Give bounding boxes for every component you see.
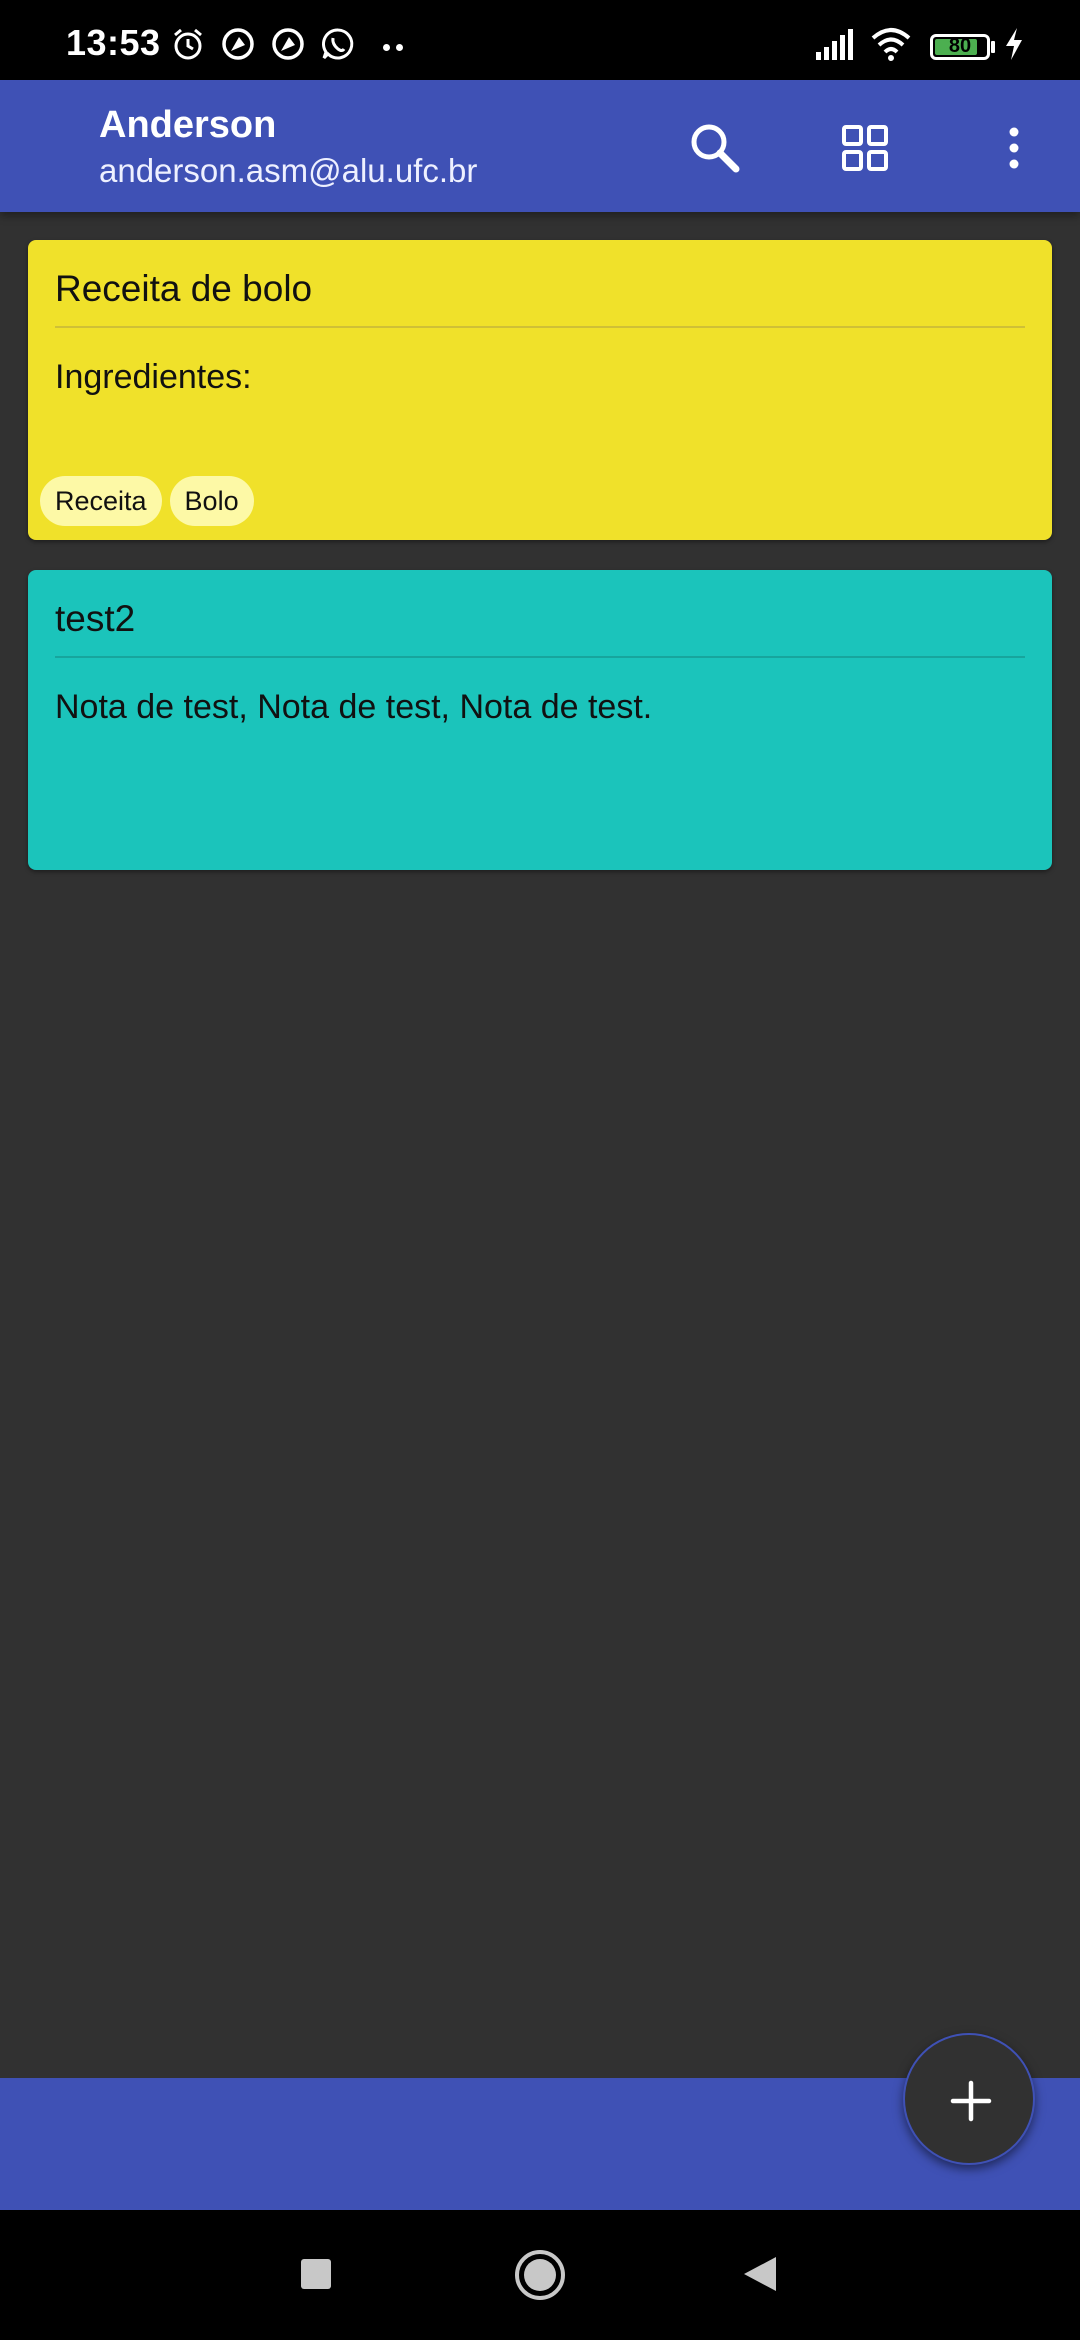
search-button[interactable] — [685, 118, 745, 178]
more-options-button[interactable] — [984, 118, 1044, 178]
signal-icon — [816, 29, 853, 60]
more-vert-icon — [1009, 127, 1019, 169]
app-notification-icon — [272, 28, 304, 60]
system-nav-bar — [0, 2210, 1080, 2340]
tag-chip[interactable]: Receita — [40, 476, 162, 526]
more-notifications-icon — [383, 38, 409, 56]
user-email: anderson.asm@alu.ufc.br — [99, 152, 478, 189]
note-title: Receita de bolo — [55, 268, 313, 309]
battery-level: 80 — [948, 35, 972, 57]
note-divider — [55, 656, 1025, 658]
note-tags: Receita Bolo — [40, 476, 254, 526]
user-name: Anderson — [99, 104, 277, 146]
charging-icon — [1006, 28, 1022, 60]
recents-icon[interactable] — [298, 2256, 334, 2292]
alarm-icon — [174, 28, 202, 60]
battery-tip — [991, 41, 995, 53]
app-notification-icon — [222, 28, 254, 60]
battery-icon: 80 — [930, 34, 990, 60]
note-title: test2 — [55, 598, 136, 639]
back-icon[interactable] — [740, 2254, 780, 2294]
add-note-button[interactable] — [903, 2033, 1035, 2165]
status-time: 13:53 — [66, 22, 161, 63]
status-bar: 13:53 80 — [0, 0, 1080, 80]
note-card[interactable]: test2 Nota de test, Nota de test, Nota d… — [28, 570, 1052, 870]
note-body: Nota de test, Nota de test, Nota de test… — [55, 688, 653, 726]
note-body: Ingredientes: — [55, 358, 252, 396]
plus-icon — [950, 2080, 992, 2122]
tag-chip[interactable]: Bolo — [169, 476, 254, 526]
note-divider — [55, 326, 1025, 328]
app-bar: Anderson anderson.asm@alu.ufc.br — [0, 80, 1080, 212]
grid-view-button[interactable] — [835, 118, 895, 178]
home-icon[interactable] — [513, 2248, 567, 2302]
note-card[interactable]: Receita de bolo Ingredientes: Receita Bo… — [28, 240, 1052, 540]
search-icon — [691, 124, 740, 173]
whatsapp-icon — [322, 28, 354, 60]
grid-view-icon — [842, 125, 888, 171]
wifi-icon — [871, 28, 911, 61]
